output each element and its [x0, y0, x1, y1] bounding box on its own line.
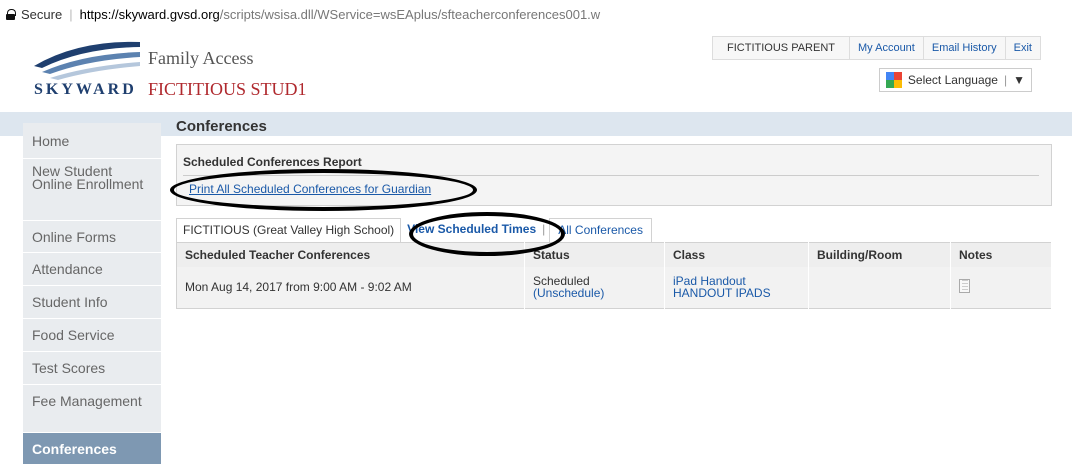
student-name: FICTITIOUS STUD1 — [148, 79, 307, 99]
logo-text: SKYWARD — [34, 81, 137, 98]
status-cell: Scheduled (Unschedule) — [524, 266, 665, 309]
tab-view-scheduled-times[interactable]: View Scheduled Times — [401, 218, 542, 242]
exit-link[interactable]: Exit — [1006, 37, 1040, 59]
room-cell — [808, 266, 951, 309]
notes-icon[interactable] — [959, 279, 970, 294]
top-nav: FICTITIOUS PARENT My Account Email Histo… — [712, 36, 1041, 60]
print-conferences-link[interactable]: Print All Scheduled Conferences for Guar… — [189, 182, 431, 196]
main-content: Conferences Scheduled Conferences Report… — [176, 118, 1052, 309]
secure-label: Secure — [21, 6, 63, 22]
col-header-conferences: Scheduled Teacher Conferences — [176, 242, 525, 267]
sidebar-item-conferences[interactable]: Conferences — [23, 433, 161, 464]
language-separator: | — [1003, 73, 1008, 87]
parent-name: FICTITIOUS PARENT — [713, 37, 850, 59]
class-cell[interactable]: iPad Handout HANDOUT IPADS — [664, 266, 809, 309]
url-domain: https://skyward.gvsd.org — [79, 6, 220, 22]
page-title: Conferences — [176, 118, 267, 135]
report-divider — [183, 175, 1039, 176]
language-select[interactable]: Select Language | ▼ — [878, 68, 1032, 92]
tab-all-conferences[interactable]: All Conferences — [549, 218, 652, 242]
table-header-row: Scheduled Teacher Conferences Status Cla… — [176, 242, 1052, 267]
sidebar-item-attendance[interactable]: Attendance — [23, 253, 161, 286]
address-separator: | — [69, 6, 73, 22]
col-header-notes: Notes — [950, 242, 1052, 267]
report-title: Scheduled Conferences Report — [183, 155, 362, 169]
url-path: /scripts/wsisa.dll/WService=wsEAplus/sft… — [219, 6, 601, 22]
sidebar: Home New Student Online Enrollment Onlin… — [23, 123, 161, 464]
my-account-link[interactable]: My Account — [850, 37, 924, 59]
sidebar-item-student-info[interactable]: Student Info — [23, 286, 161, 319]
chevron-down-icon: ▼ — [1013, 73, 1025, 87]
google-translate-icon — [885, 72, 902, 88]
lock-icon — [6, 8, 16, 20]
tab-separator: | — [542, 222, 546, 236]
email-history-link[interactable]: Email History — [924, 37, 1006, 59]
sidebar-item-home[interactable]: Home — [23, 123, 161, 159]
sidebar-item-food-service[interactable]: Food Service — [23, 319, 161, 352]
conferences-table: Scheduled Teacher Conferences Status Cla… — [176, 242, 1052, 309]
address-bar[interactable]: Secure | https://skyward.gvsd.org/script… — [0, 0, 1072, 28]
unschedule-link[interactable]: (Unschedule) — [533, 287, 656, 299]
sidebar-item-online-forms[interactable]: Online Forms — [23, 221, 161, 253]
col-header-class: Class — [664, 242, 809, 267]
sidebar-item-fee-management[interactable]: Fee Management — [23, 385, 161, 433]
tab-student[interactable]: FICTITIOUS (Great Valley High School) — [176, 218, 402, 242]
site-header: SKYWARD Family Access FICTITIOUS STUD1 F… — [0, 28, 1072, 112]
table-row: Mon Aug 14, 2017 from 9:00 AM - 9:02 AM … — [176, 266, 1052, 309]
notes-cell[interactable] — [950, 266, 1052, 309]
col-header-status: Status — [524, 242, 665, 267]
class-section-link[interactable]: HANDOUT IPADS — [673, 287, 800, 299]
conference-time: Mon Aug 14, 2017 from 9:00 AM - 9:02 AM — [176, 266, 525, 309]
conference-tabs: FICTITIOUS (Great Valley High School) Vi… — [176, 218, 1052, 242]
report-box: Scheduled Conferences Report Print All S… — [176, 144, 1052, 206]
language-label: Select Language — [907, 73, 998, 87]
sidebar-item-test-scores[interactable]: Test Scores — [23, 352, 161, 385]
col-header-room: Building/Room — [808, 242, 951, 267]
sidebar-item-new-student-enrollment[interactable]: New Student Online Enrollment — [23, 159, 161, 221]
app-title: Family Access — [148, 48, 254, 68]
